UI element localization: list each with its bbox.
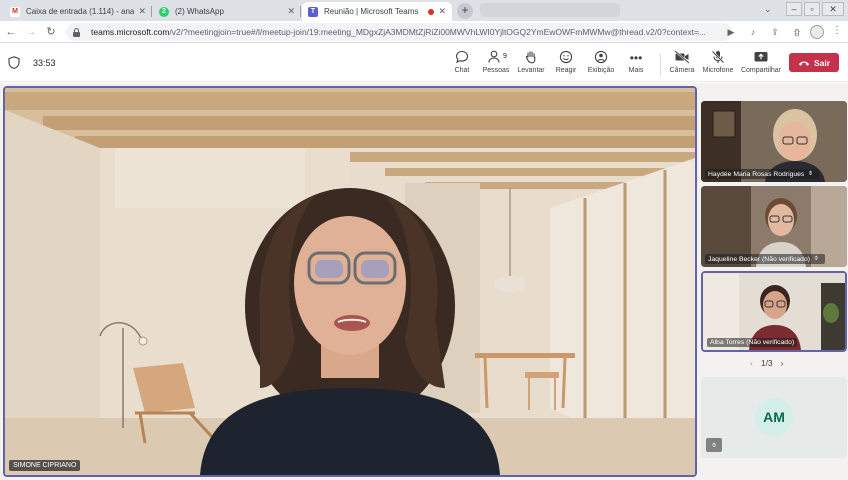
recording-icon xyxy=(428,8,435,15)
meeting-stage: SIMONE CIPRIANO Haydée Maria Rosas Rodri… xyxy=(0,83,848,480)
avatar: AM xyxy=(755,398,793,436)
hang-up-icon xyxy=(798,61,810,66)
close-window-icon[interactable]: ✕ xyxy=(822,2,844,16)
share-screen-icon xyxy=(738,50,784,66)
tab-title: Caixa de entrada (1.114) - anama xyxy=(26,7,135,16)
whatsapp-icon: 2 xyxy=(159,6,169,17)
teams-icon: T xyxy=(308,6,318,17)
participant-name-label: Jaqueline Becker (Não verificado) ⌽ xyxy=(705,254,826,264)
camera-blocked-icon[interactable]: ▶ xyxy=(724,25,738,39)
gallery-pager: ‹ 1/3 › xyxy=(750,358,784,368)
mic-off-icon: ⌽ xyxy=(808,170,813,177)
chevron-down-icon[interactable]: ⌄ xyxy=(764,4,772,15)
browser-tab-strip: M Caixa de entrada (1.114) - anama ✕ 2 (… xyxy=(0,0,848,21)
tab-teams[interactable]: T Reunião | Microsoft Teams ✕ xyxy=(302,2,452,21)
tab-drag-area xyxy=(480,3,620,17)
participant-name-label: Haydée Maria Rosas Rodrigues ⌽ xyxy=(705,169,820,179)
back-icon[interactable]: ← xyxy=(3,24,19,40)
gmail-icon: M xyxy=(10,6,20,17)
close-icon[interactable]: ✕ xyxy=(138,6,146,17)
mic-blocked-icon[interactable]: ♪ xyxy=(746,25,760,39)
participant-tile-initials[interactable]: AM ⌽ xyxy=(701,377,847,458)
participant-tile[interactable]: Haydée Maria Rosas Rodrigues ⌽ xyxy=(701,101,847,182)
video-background-scene xyxy=(5,88,695,475)
sidebar-icon[interactable]: ▯ xyxy=(790,25,804,39)
more-icon: ••• xyxy=(629,51,643,65)
microphone-button[interactable]: Microfone xyxy=(696,50,740,80)
participant-gallery: Haydée Maria Rosas Rodrigues ⌽ Jaqueline … xyxy=(700,83,848,480)
maximize-icon[interactable]: ▫ xyxy=(804,2,820,16)
leave-button[interactable]: Sair xyxy=(789,53,839,72)
tab-gmail[interactable]: M Caixa de entrada (1.114) - anama ✕ xyxy=(4,2,152,21)
page-indicator: 1/3 xyxy=(760,358,773,368)
new-tab-button[interactable]: + xyxy=(457,3,473,19)
participant-tile[interactable]: Alba Torres (Não verificado) xyxy=(701,271,847,352)
shield-icon xyxy=(8,56,20,69)
mic-off-icon: ⌽ xyxy=(814,255,819,262)
share-button[interactable]: Compartilhar xyxy=(738,50,784,80)
mic-off-icon: ⌽ xyxy=(706,438,722,452)
meeting-timer: 33:53 xyxy=(33,58,56,68)
main-speaker-name: SIMONE CIPRIANO xyxy=(9,460,81,471)
participant-count: 9 xyxy=(503,53,507,60)
profile-avatar[interactable] xyxy=(810,25,824,39)
close-icon[interactable]: ✕ xyxy=(438,6,446,17)
participant-name-label: Alba Torres (Não verificado) xyxy=(707,338,798,347)
forward-icon[interactable]: → xyxy=(23,24,39,40)
tab-title: Reunião | Microsoft Teams xyxy=(324,7,419,16)
close-icon[interactable]: ✕ xyxy=(287,6,295,17)
url-input[interactable]: teams.microsoft.com/v2/?meetingjoin=true… xyxy=(66,23,732,41)
chevron-left-icon[interactable]: ‹ xyxy=(750,358,753,368)
lock-icon xyxy=(72,27,81,37)
mic-off-icon xyxy=(696,50,740,66)
meeting-toolbar: 33:53 Chat 9 Pessoas Levantar Reagir Exi… xyxy=(0,44,848,82)
more-button[interactable]: ••• Mais xyxy=(614,50,658,80)
tab-whatsapp[interactable]: 2 (2) WhatsApp ✕ xyxy=(153,2,301,21)
minimize-icon[interactable]: – xyxy=(786,2,802,16)
participant-tile[interactable]: Jaqueline Becker (Não verificado) ⌽ xyxy=(701,186,847,267)
address-bar: ← → ↻ teams.microsoft.com/v2/?meetingjoi… xyxy=(0,21,848,43)
tab-title: (2) WhatsApp xyxy=(175,7,224,16)
url-text: teams.microsoft.com/v2/?meetingjoin=true… xyxy=(91,27,706,37)
chevron-right-icon[interactable]: › xyxy=(781,358,784,368)
kebab-menu-icon[interactable]: ⋮ xyxy=(832,25,842,36)
share-icon[interactable]: ⇪ xyxy=(768,25,782,39)
reload-icon[interactable]: ↻ xyxy=(43,24,59,40)
main-video[interactable]: SIMONE CIPRIANO xyxy=(3,86,697,477)
